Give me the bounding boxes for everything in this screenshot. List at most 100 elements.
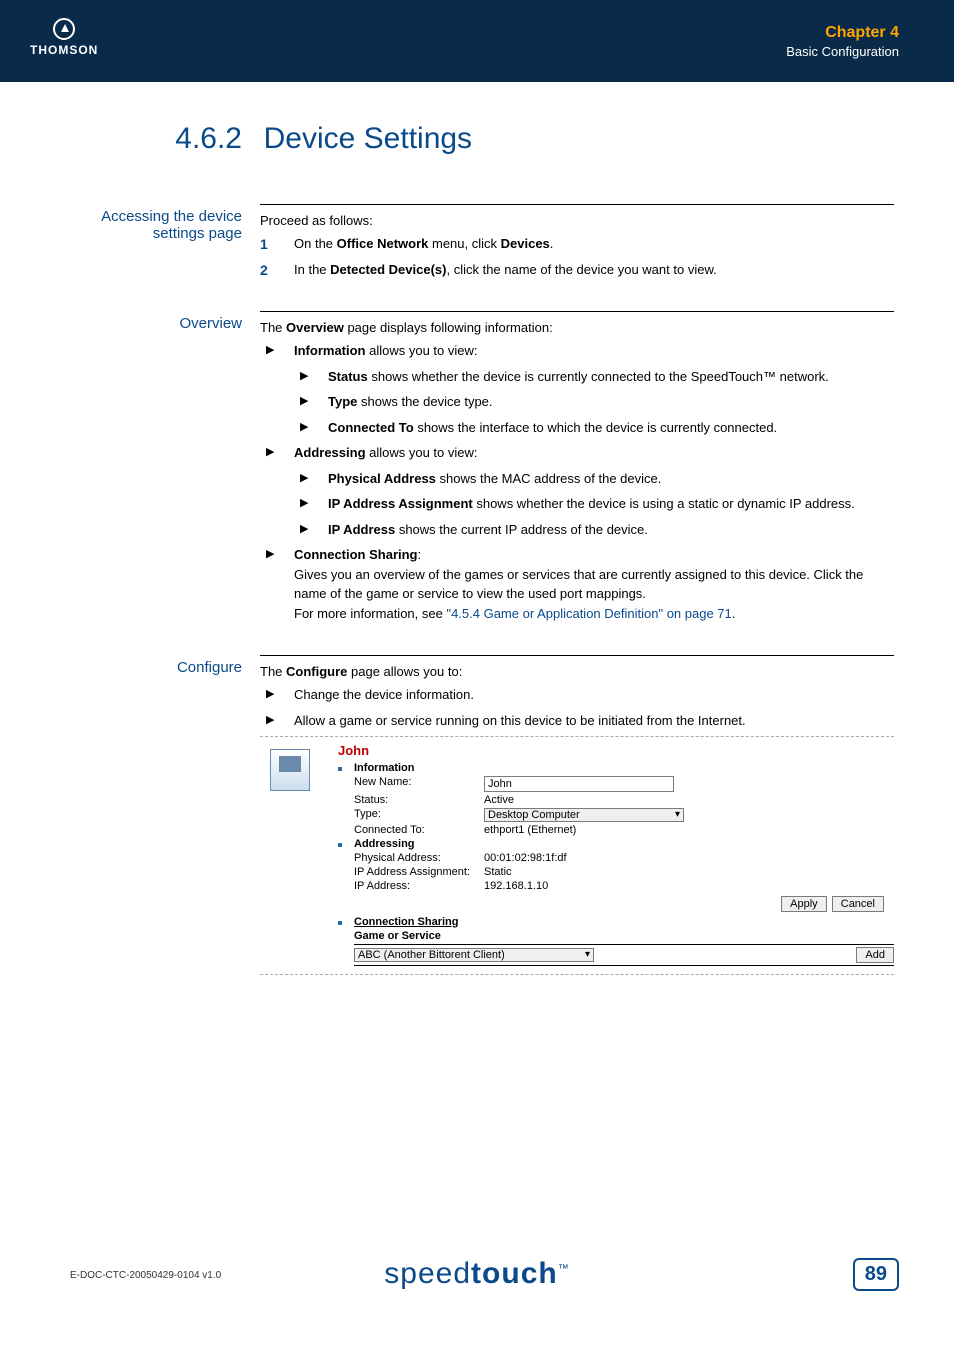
logo: THOMSON bbox=[30, 18, 98, 57]
step-number: 2 bbox=[260, 260, 268, 281]
text: The bbox=[260, 320, 286, 335]
panel-section-addressing: Addressing Physical Address:00:01:02:98:… bbox=[338, 838, 894, 912]
physaddr-value: 00:01:02:98:1f:df bbox=[484, 852, 567, 864]
text: The bbox=[260, 664, 286, 679]
chapter-subtitle: Basic Configuration bbox=[786, 44, 899, 59]
add-button[interactable]: Add bbox=[856, 947, 894, 963]
text: shows the current IP address of the devi… bbox=[395, 522, 648, 537]
bullet-connected-to: Connected To shows the interface to whic… bbox=[294, 418, 894, 438]
ipaddr-label: IP Address: bbox=[354, 880, 484, 892]
type-label: Type: bbox=[354, 808, 484, 822]
text: : bbox=[418, 547, 422, 562]
page-content: 4.6.2 Device Settings Accessing the devi… bbox=[0, 82, 954, 975]
header-bar: THOMSON Chapter 4 Basic Configuration bbox=[0, 0, 954, 82]
ipaddr-value: 192.168.1.10 bbox=[484, 880, 548, 892]
text: In the bbox=[294, 262, 330, 277]
bold-text: Type bbox=[328, 394, 357, 409]
bullet-connection-sharing: Connection Sharing: Gives you an overvie… bbox=[260, 545, 894, 623]
text: shows whether the device is using a stat… bbox=[473, 496, 855, 511]
connected-to-label: Connected To: bbox=[354, 824, 484, 836]
text: , click the name of the device you want … bbox=[446, 262, 716, 277]
bold-text: IP Address bbox=[328, 522, 395, 537]
status-value: Active bbox=[484, 794, 514, 806]
bold-text: IP Address Assignment bbox=[328, 496, 473, 511]
ipasgn-label: IP Address Assignment: bbox=[354, 866, 484, 878]
section-number: 4.6.2 bbox=[60, 122, 260, 156]
text: . bbox=[550, 236, 554, 251]
step-1: 1 On the Office Network menu, click Devi… bbox=[260, 234, 894, 254]
header-right: Chapter 4 Basic Configuration bbox=[786, 24, 899, 59]
logo-text: THOMSON bbox=[30, 43, 98, 57]
bold-text: Overview bbox=[286, 320, 344, 335]
accessing-heading: Accessing the device settings page bbox=[60, 204, 260, 285]
bullet-information: Information allows you to view: Status s… bbox=[260, 341, 894, 437]
bullet-status: Status shows whether the device is curre… bbox=[294, 367, 894, 387]
cancel-button[interactable]: Cancel bbox=[832, 896, 884, 912]
text: shows the MAC address of the device. bbox=[436, 471, 661, 486]
device-panel: John Information New Name: Status:Active… bbox=[260, 736, 894, 975]
game-service-select[interactable]: ABC (Another Bittorent Client) bbox=[354, 948, 594, 962]
step-2: 2 In the Detected Device(s), click the n… bbox=[260, 260, 894, 280]
text: . bbox=[732, 606, 736, 621]
physaddr-label: Physical Address: bbox=[354, 852, 484, 864]
panel-info-heading: Information bbox=[354, 762, 894, 774]
text: menu, click bbox=[428, 236, 500, 251]
bold-text: Devices bbox=[501, 236, 550, 251]
text: page displays following information: bbox=[344, 320, 553, 335]
overview-heading: Overview bbox=[60, 311, 260, 629]
doc-id: E-DOC-CTC-20050429-0104 v1.0 bbox=[70, 1270, 221, 1281]
status-label: Status: bbox=[354, 794, 484, 806]
overview-block: Overview The Overview page displays foll… bbox=[60, 311, 894, 629]
accessing-body: Proceed as follows: 1 On the Office Netw… bbox=[260, 204, 894, 285]
text: allows you to view: bbox=[366, 445, 478, 460]
ipasgn-value: Static bbox=[484, 866, 512, 878]
device-icon-col bbox=[260, 743, 314, 968]
bold-text: Connected To bbox=[328, 420, 414, 435]
newname-label: New Name: bbox=[354, 776, 484, 792]
trademark-icon: ™ bbox=[558, 1263, 570, 1275]
brand-part1: speed bbox=[384, 1257, 471, 1290]
text: Gives you an overview of the games or se… bbox=[294, 567, 863, 602]
bold-text: Addressing bbox=[294, 445, 366, 460]
configure-bullet-1: Change the device information. bbox=[260, 685, 894, 705]
overview-lead: The Overview page displays following inf… bbox=[260, 320, 894, 335]
accessing-lead: Proceed as follows: bbox=[260, 213, 894, 228]
cs-column-header: Game or Service bbox=[354, 928, 894, 945]
brand-logo: speedtouch™ bbox=[384, 1257, 569, 1291]
text: page allows you to: bbox=[347, 664, 462, 679]
xref-link[interactable]: "4.5.4 Game or Application Definition" o… bbox=[446, 606, 731, 621]
text: On the bbox=[294, 236, 337, 251]
configure-lead: The Configure page allows you to: bbox=[260, 664, 894, 679]
text: shows whether the device is currently co… bbox=[368, 369, 829, 384]
step-number: 1 bbox=[260, 234, 268, 255]
text: shows the interface to which the device … bbox=[414, 420, 777, 435]
device-panel-body: John Information New Name: Status:Active… bbox=[338, 743, 894, 968]
apply-button[interactable]: Apply bbox=[781, 896, 827, 912]
panel-section-cs: Connection Sharing Game or Service ABC (… bbox=[338, 916, 894, 966]
bold-text: Detected Device(s) bbox=[330, 262, 446, 277]
configure-bullet-2: Allow a game or service running on this … bbox=[260, 711, 894, 731]
bullet-type: Type shows the device type. bbox=[294, 392, 894, 412]
bold-text: Office Network bbox=[337, 236, 429, 251]
page-footer: E-DOC-CTC-20050429-0104 v1.0 speedtouch™… bbox=[0, 1215, 954, 1305]
thomson-logo-icon bbox=[53, 18, 75, 40]
bold-text: Connection Sharing bbox=[294, 547, 418, 562]
brand-part2: touch bbox=[471, 1257, 558, 1290]
page-number: 89 bbox=[853, 1258, 899, 1291]
type-select[interactable]: Desktop Computer bbox=[484, 808, 684, 822]
bold-text: Configure bbox=[286, 664, 347, 679]
accessing-block: Accessing the device settings page Proce… bbox=[60, 204, 894, 285]
text: allows you to view: bbox=[366, 343, 478, 358]
newname-input[interactable] bbox=[484, 776, 674, 792]
bullet-physical-address: Physical Address shows the MAC address o… bbox=[294, 469, 894, 489]
computer-icon bbox=[270, 749, 310, 791]
bullet-ip-address: IP Address shows the current IP address … bbox=[294, 520, 894, 540]
section-heading: 4.6.2 Device Settings bbox=[60, 122, 894, 156]
chapter-label: Chapter 4 bbox=[786, 24, 899, 42]
bullet-ip-assignment: IP Address Assignment shows whether the … bbox=[294, 494, 894, 514]
bold-text: Information bbox=[294, 343, 366, 358]
overview-body: The Overview page displays following inf… bbox=[260, 311, 894, 629]
device-name: John bbox=[338, 743, 894, 758]
section-title: Device Settings bbox=[264, 122, 472, 156]
connected-to-value: ethport1 (Ethernet) bbox=[484, 824, 576, 836]
